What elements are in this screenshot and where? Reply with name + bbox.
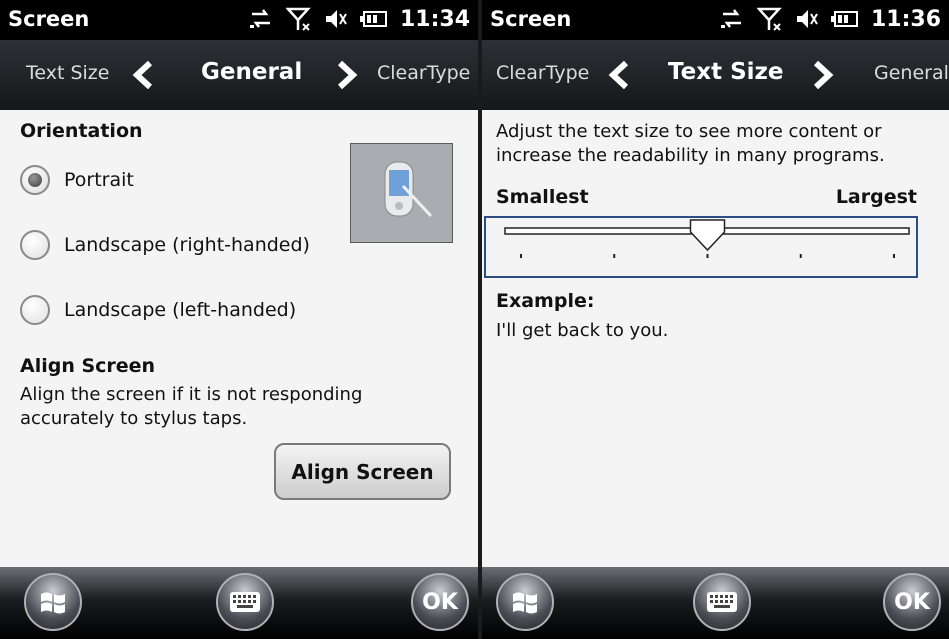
clock-time: 11:36 xyxy=(870,6,941,32)
tab-next[interactable]: General xyxy=(874,62,949,84)
ok-button[interactable]: OK xyxy=(883,573,941,631)
keyboard-button[interactable] xyxy=(216,573,274,631)
align-description: Align the screen if it is not responding… xyxy=(20,383,362,431)
dual-screenshot: Screen 11:34 Text Size General ClearType… xyxy=(0,0,949,639)
chevron-right-icon[interactable] xyxy=(334,60,360,90)
windows-start-icon xyxy=(513,592,537,614)
radio-label: Landscape (right-handed) xyxy=(64,234,310,256)
description-line: increase the readability in many program… xyxy=(496,145,885,166)
battery-icon[interactable] xyxy=(359,10,388,28)
slider-tick xyxy=(520,254,522,258)
radio-indicator[interactable] xyxy=(20,230,50,260)
speaker-muted-icon[interactable] xyxy=(795,8,819,30)
orientation-heading: Orientation xyxy=(20,120,143,142)
no-signal-icon[interactable] xyxy=(285,6,312,32)
softkey-bar: OK xyxy=(482,567,949,639)
tab-next[interactable]: ClearType xyxy=(377,62,470,84)
ok-button[interactable]: OK xyxy=(411,573,469,631)
align-description-line: accurately to stylus taps. xyxy=(20,408,248,429)
radio-indicator-selected[interactable] xyxy=(20,165,50,195)
screen-general-panel: Screen 11:34 Text Size General ClearType… xyxy=(0,0,478,639)
tab-navigation: Text Size General ClearType xyxy=(0,40,478,110)
example-text: I'll get back to you. xyxy=(496,320,669,341)
slider-tick xyxy=(613,254,616,258)
clock-time: 11:34 xyxy=(399,6,470,32)
keyboard-button[interactable] xyxy=(693,573,751,631)
start-button[interactable] xyxy=(24,573,82,631)
example-heading: Example: xyxy=(496,290,595,312)
align-screen-button[interactable]: Align Screen xyxy=(274,443,451,500)
radio-landscape-right[interactable]: Landscape (right-handed) xyxy=(20,230,310,260)
text-size-content: Adjust the text size to see more content… xyxy=(482,110,949,567)
smallest-label: Smallest xyxy=(496,186,589,208)
tab-prev[interactable]: Text Size xyxy=(26,62,109,84)
align-heading: Align Screen xyxy=(20,355,156,377)
app-title: Screen xyxy=(8,7,90,31)
radio-indicator[interactable] xyxy=(20,295,50,325)
radio-portrait[interactable]: Portrait xyxy=(20,165,134,195)
data-sync-icon[interactable] xyxy=(248,8,274,30)
largest-label: Largest xyxy=(835,186,917,208)
slider-tick xyxy=(706,254,709,258)
description-line: Adjust the text size to see more content… xyxy=(496,121,882,142)
tab-navigation: ClearType Text Size General xyxy=(482,40,949,110)
speaker-muted-icon[interactable] xyxy=(324,8,348,30)
softkey-bar: OK xyxy=(0,567,478,639)
slider-track[interactable] xyxy=(486,218,916,276)
chevron-left-icon[interactable] xyxy=(130,60,156,90)
status-bar: Screen 11:34 xyxy=(0,0,478,40)
start-button[interactable] xyxy=(496,573,554,631)
status-bar: Screen 11:36 xyxy=(482,0,949,40)
slider-tick xyxy=(799,254,802,258)
device-orientation-image xyxy=(350,143,453,243)
chevron-left-icon[interactable] xyxy=(606,60,632,90)
text-size-description: Adjust the text size to see more content… xyxy=(496,120,885,168)
tab-prev[interactable]: ClearType xyxy=(496,62,589,84)
no-signal-icon[interactable] xyxy=(756,6,783,32)
general-content: Orientation Portrait Landscape (right-ha… xyxy=(0,110,478,567)
radio-label: Landscape (left-handed) xyxy=(64,299,297,321)
slider-tick xyxy=(893,254,895,258)
tab-current: Text Size xyxy=(668,59,784,85)
battery-icon[interactable] xyxy=(830,10,859,28)
windows-start-icon xyxy=(41,592,65,614)
tab-current: General xyxy=(201,59,303,85)
keyboard-icon xyxy=(230,592,260,612)
text-size-slider[interactable] xyxy=(484,216,918,278)
radio-landscape-left[interactable]: Landscape (left-handed) xyxy=(20,295,296,325)
chevron-right-icon[interactable] xyxy=(810,60,836,90)
app-title: Screen xyxy=(490,7,572,31)
slider-thumb[interactable] xyxy=(689,219,726,252)
data-sync-icon[interactable] xyxy=(719,8,745,30)
screen-text-size-panel: Screen 11:36 ClearType Text Size General… xyxy=(482,0,949,639)
keyboard-icon xyxy=(707,592,737,612)
radio-label: Portrait xyxy=(64,169,134,191)
align-description-line: Align the screen if it is not responding xyxy=(20,384,363,405)
